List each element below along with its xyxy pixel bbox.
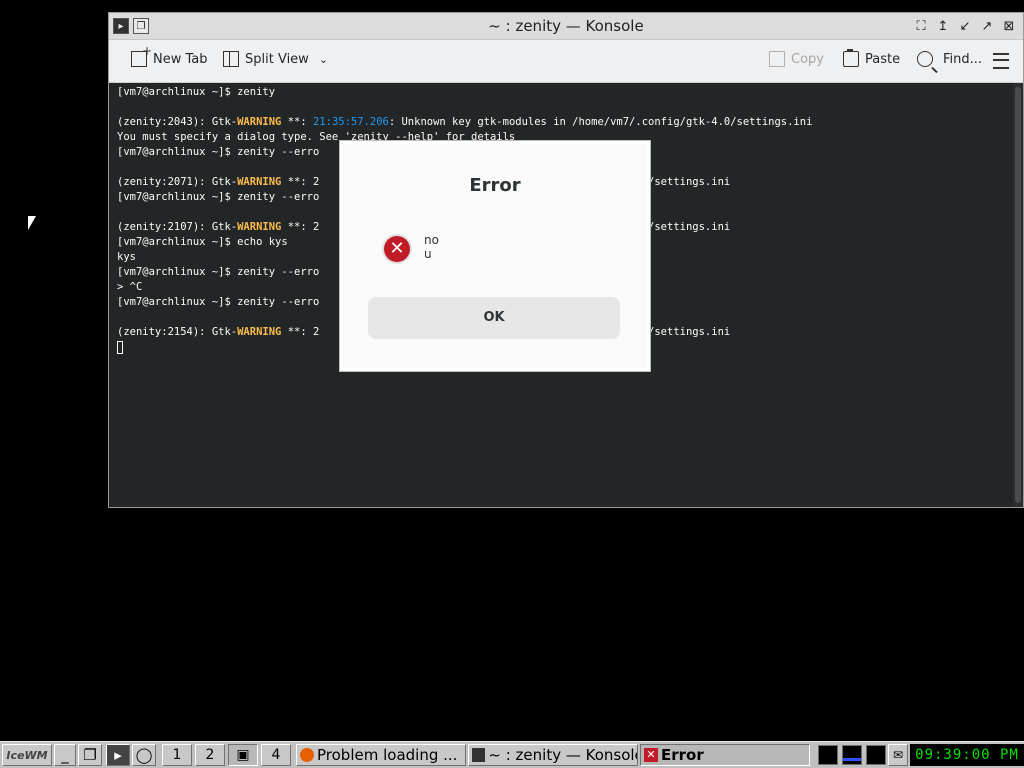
- copy-label: Copy: [791, 51, 824, 67]
- scrollbar-thumb[interactable]: [1015, 87, 1021, 503]
- split-view-label: Split View: [245, 51, 309, 67]
- browser-launcher[interactable]: ◯: [132, 744, 156, 766]
- close-icon[interactable]: ⊠: [1001, 18, 1017, 34]
- window-title: ~ : zenity — Konsole: [488, 17, 644, 35]
- terminal-scrollbar[interactable]: [1013, 83, 1023, 507]
- terminal-line: [vm7@archlinux ~]$ zenity --erro: [117, 266, 320, 278]
- clock[interactable]: 09:39:00 PM: [910, 744, 1024, 766]
- terminal-line: [vm7@archlinux ~]$ zenity --erro: [117, 146, 320, 158]
- paste-icon: [843, 49, 859, 67]
- task-konsole[interactable]: ~ : zenity — Konsole: [468, 744, 638, 766]
- paste-label: Paste: [865, 51, 901, 67]
- new-tab-icon: [131, 44, 152, 67]
- copy-icon: [769, 51, 785, 67]
- network-monitor: [842, 745, 862, 765]
- globe-icon: ◯: [135, 746, 153, 764]
- mail-icon[interactable]: ✉: [888, 744, 908, 766]
- mouse-pointer-icon: [27, 215, 37, 231]
- show-desktop-button[interactable]: _: [54, 744, 76, 766]
- window-list-button[interactable]: ❐: [78, 744, 102, 766]
- maximize-icon[interactable]: ↗: [979, 18, 995, 34]
- workspace-1[interactable]: 1: [162, 744, 192, 766]
- start-menu-button[interactable]: IceWM: [2, 744, 52, 766]
- task-label: Error: [661, 746, 704, 764]
- firefox-icon: [300, 748, 314, 762]
- split-view-icon: [223, 51, 239, 67]
- dialog-message: no u: [424, 233, 439, 261]
- find-label: Find...: [943, 51, 983, 67]
- dialog-title: Error: [469, 175, 521, 196]
- terminal-line: [vm7@archlinux ~]$ zenity: [117, 86, 276, 98]
- minimize-all-icon: _: [61, 746, 69, 764]
- task-error-dialog[interactable]: ✕ Error: [640, 744, 810, 766]
- dialog-message-line: no: [424, 233, 439, 247]
- terminal-cursor: [117, 340, 123, 354]
- new-tab-label: New Tab: [153, 51, 208, 67]
- terminal-line: kys: [117, 251, 136, 263]
- taskbar: IceWM _ ❐ ▸ ◯ 1 2 ▣ 4 Problem loading ..…: [0, 741, 1024, 768]
- copy-button[interactable]: Copy: [769, 51, 824, 67]
- fullscreen-icon[interactable]: ⛶: [913, 18, 929, 34]
- workspace-thumbnail-icon: ▣: [236, 747, 250, 763]
- find-button[interactable]: Find...: [917, 51, 982, 67]
- terminal-line: [vm7@archlinux ~]$ zenity --erro: [117, 191, 320, 203]
- konsole-toolbar: New Tab Split View ⌄ Copy Paste Find...: [109, 40, 1023, 83]
- terminal-line: [vm7@archlinux ~]$ zenity --erro: [117, 296, 320, 308]
- ok-button[interactable]: OK: [368, 297, 620, 339]
- error-dialog: Error ✕ no u OK: [339, 140, 651, 372]
- hamburger-menu-icon: [993, 53, 1009, 69]
- task-label: ~ : zenity — Konsole: [488, 746, 637, 764]
- raise-icon[interactable]: ↥: [935, 18, 951, 34]
- task-firefox[interactable]: Problem loading ...: [296, 744, 466, 766]
- workspace-4[interactable]: 4: [261, 744, 291, 766]
- error-icon: ✕: [644, 748, 658, 762]
- workspace-2[interactable]: 2: [195, 744, 225, 766]
- terminal-icon: [472, 748, 486, 762]
- chevron-down-icon: ⌄: [318, 52, 329, 66]
- workspace-3[interactable]: ▣: [228, 744, 258, 766]
- split-view-button[interactable]: Split View ⌄: [223, 51, 328, 67]
- task-label: Problem loading ...: [317, 746, 458, 764]
- minimize-icon[interactable]: ↙: [957, 18, 973, 34]
- terminal-line: (zenity:2043): Gtk-WARNING **: 21:35:57.…: [117, 116, 813, 128]
- dialog-message-line: u: [424, 247, 432, 261]
- search-icon: [917, 51, 933, 67]
- terminal-line: > ^C: [117, 281, 143, 293]
- terminal-line: [vm7@archlinux ~]$ echo kys: [117, 236, 288, 248]
- terminal-launcher[interactable]: ▸: [106, 744, 130, 766]
- cpu-monitor: [818, 745, 838, 765]
- window-titlebar[interactable]: ▸ ❐ ~ : zenity — Konsole ⛶ ↥ ↙ ↗ ⊠: [109, 13, 1023, 40]
- paste-button[interactable]: Paste: [843, 49, 901, 67]
- terminal-icon: ▸: [114, 746, 122, 764]
- error-icon: ✕: [384, 236, 410, 262]
- memory-monitor: [866, 745, 886, 765]
- hamburger-menu-button[interactable]: [993, 53, 1009, 69]
- window-list-icon: ❐: [83, 746, 97, 764]
- new-tab-button[interactable]: New Tab: [131, 44, 208, 67]
